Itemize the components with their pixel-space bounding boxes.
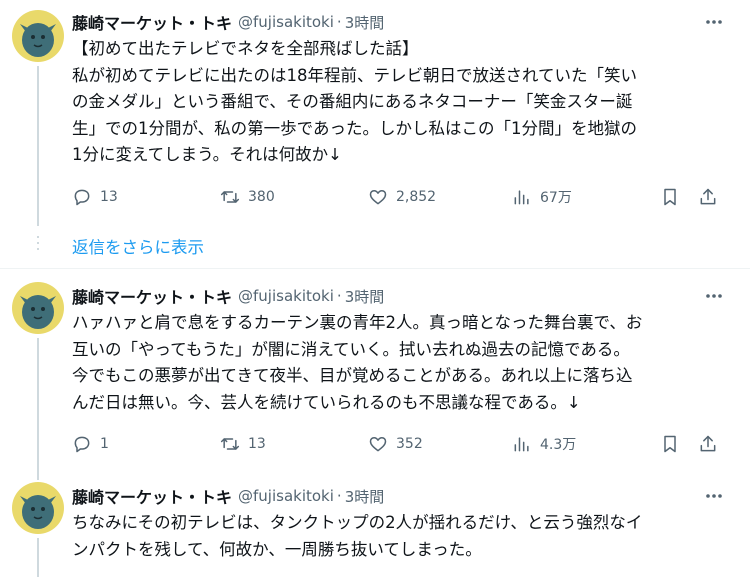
reply-button[interactable]: 1: [72, 432, 109, 456]
thread-line: [37, 538, 39, 577]
tweet-text-line: 今でもこの悪夢が出てきて夜半、目が覚めることがある。あれ以上に落ち込: [72, 366, 633, 385]
tweet-text-line: 【初めて出たテレビでネタを全部飛ばした話】: [72, 39, 419, 58]
like-count: 352: [396, 436, 423, 452]
action-bar: 13 380 2,852 67万: [72, 185, 722, 209]
views-button[interactable]: 67万: [512, 185, 572, 209]
more-options-icon[interactable]: [702, 10, 726, 34]
tweet-text-line: 私が初めてテレビに出たのは18年程前、テレビ朝日で放送されていた「笑い: [72, 65, 638, 85]
tweet-2[interactable]: 藤崎マーケット・トキ @fujisakitoki · 3時間 ハァハァと肩で息を…: [0, 272, 750, 480]
tweet-text-line: ちなみにその初テレビは、タンクトップの2人が揺れるだけ、と云う強烈なイ: [72, 513, 643, 532]
tweet-3[interactable]: 藤崎マーケット・トキ @fujisakitoki · 3時間 ちなみにその初テレ…: [0, 472, 750, 577]
reply-icon: [74, 436, 90, 453]
divider: [0, 268, 750, 269]
tweet-text: ハァハァと肩で息をするカーテン裏の青年2人。真っ暗となった舞台裏で、お 互いの「…: [72, 310, 722, 416]
tweet-text: ちなみにその初テレビは、タンクトップの2人が揺れるだけ、と云う強烈なイ ンパクト…: [72, 510, 722, 563]
timestamp[interactable]: 3時間: [345, 486, 385, 507]
retweet-count: 13: [248, 436, 266, 452]
retweet-button[interactable]: 13: [220, 432, 266, 456]
share-button[interactable]: [698, 432, 718, 456]
show-more-replies-link[interactable]: 返信をさらに表示: [72, 234, 204, 258]
like-button[interactable]: 2,852: [368, 185, 436, 209]
retweet-count: 380: [248, 189, 275, 205]
tweet-header: 藤崎マーケット・トキ @fujisakitoki · 3時間: [72, 10, 384, 34]
thread-gap-dot: [37, 248, 39, 250]
heart-icon: [369, 437, 387, 452]
tweet-text-line: の金メダル」という番組で、その番組内にあるネタコーナー「笑金スター誕: [72, 92, 633, 111]
tweet-header: 藤崎マーケット・トキ @fujisakitoki · 3時間: [72, 484, 384, 508]
bookmark-button[interactable]: [660, 185, 680, 209]
bookmark-button[interactable]: [660, 432, 680, 456]
reply-count: 1: [100, 436, 109, 452]
analytics-icon: [514, 190, 529, 205]
view-count: 4.3万: [540, 437, 577, 453]
share-icon: [700, 435, 716, 452]
author-name[interactable]: 藤崎マーケット・トキ: [72, 10, 232, 34]
separator-dot: ·: [336, 487, 342, 505]
thread-line: [37, 338, 39, 480]
action-bar: 1 13 352 4.3万: [72, 432, 722, 456]
views-button[interactable]: 4.3万: [512, 432, 576, 456]
author-name[interactable]: 藤崎マーケット・トキ: [72, 284, 232, 308]
retweet-icon: [220, 191, 240, 203]
avatar[interactable]: [12, 282, 64, 334]
thread-gap-dot: [37, 242, 39, 244]
tweet-1[interactable]: 藤崎マーケット・トキ @fujisakitoki · 3時間 【初めて出たテレビ…: [0, 0, 750, 232]
timestamp[interactable]: 3時間: [345, 286, 385, 307]
tweet-text-line: んだ日は無い。今、芸人を続けていられるのも不思議な程である。↓: [72, 392, 581, 412]
timestamp[interactable]: 3時間: [345, 12, 385, 33]
avatar[interactable]: [12, 10, 64, 62]
author-name[interactable]: 藤崎マーケット・トキ: [72, 484, 232, 508]
retweet-button[interactable]: 380: [220, 185, 275, 209]
tweet-text: 【初めて出たテレビでネタを全部飛ばした話】 私が初めてテレビに出たのは18年程前…: [72, 36, 722, 169]
separator-dot: ·: [336, 287, 342, 305]
more-options-icon[interactable]: [702, 284, 726, 308]
thread-gap-dot: [37, 236, 39, 238]
reply-button[interactable]: 13: [72, 185, 118, 209]
tweet-text-line: ハァハァと肩で息をするカーテン裏の青年2人。真っ暗となった舞台裏で、お: [72, 313, 643, 332]
share-icon: [700, 188, 716, 205]
tweet-text-line: ンパクトを残して、何故か、一周勝ち抜いてしまった。: [72, 539, 482, 559]
author-handle[interactable]: @fujisakitoki: [238, 287, 334, 305]
tweet-text-line: 生」での1分間が、私の第一歩であった。しかし私はこの「1分間」を地獄の: [72, 118, 638, 138]
more-options-icon[interactable]: [702, 484, 726, 508]
share-button[interactable]: [698, 185, 718, 209]
author-handle[interactable]: @fujisakitoki: [238, 13, 334, 31]
author-handle[interactable]: @fujisakitoki: [238, 487, 334, 505]
tweet-text-line: 互いの「やってもうた」が闇に消えていく。拭い去れぬ過去の記憶である。: [72, 339, 630, 359]
bookmark-icon: [664, 435, 676, 453]
avatar[interactable]: [12, 482, 64, 534]
tweet-header: 藤崎マーケット・トキ @fujisakitoki · 3時間: [72, 284, 384, 308]
analytics-icon: [514, 437, 529, 452]
view-count: 67万: [540, 190, 572, 206]
like-button[interactable]: 352: [368, 432, 423, 456]
reply-count: 13: [100, 189, 118, 205]
retweet-icon: [220, 438, 240, 450]
reply-icon: [74, 189, 90, 206]
bookmark-icon: [664, 188, 676, 206]
thread-line: [37, 66, 39, 226]
heart-icon: [369, 190, 387, 205]
like-count: 2,852: [396, 189, 437, 205]
separator-dot: ·: [336, 13, 342, 31]
tweet-text-line: 1分に変えてしまう。それは何故か↓: [72, 145, 343, 164]
